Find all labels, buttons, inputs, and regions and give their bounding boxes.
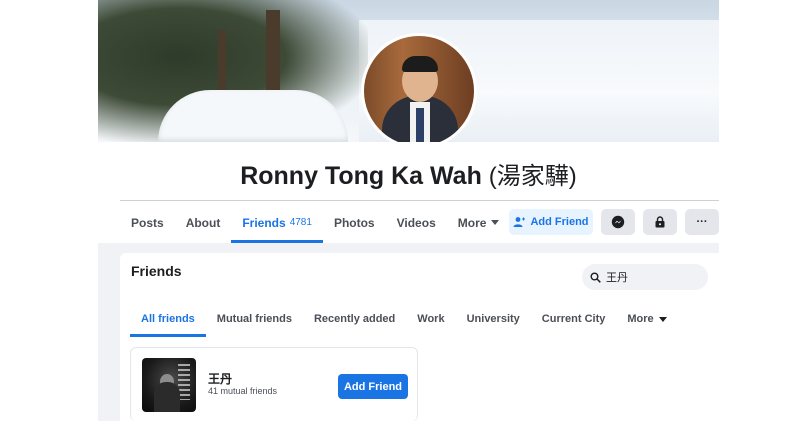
- tab-photos[interactable]: Photos: [323, 202, 386, 243]
- tab-more-label: More: [457, 215, 487, 230]
- tab-more[interactable]: More: [447, 202, 511, 243]
- friend-card: 王丹 41 mutual friends Add Friend: [130, 347, 418, 421]
- subtab-label: Recently added: [313, 313, 396, 325]
- tab-videos[interactable]: Videos: [386, 202, 447, 243]
- tab-photos-label: Photos: [333, 215, 375, 230]
- caret-down-icon: [491, 220, 500, 225]
- subtab-all-friends[interactable]: All friends: [130, 301, 206, 337]
- subtab-label: All friends: [141, 313, 195, 325]
- friends-panel: Friends 王丹 All friends Mutual friends Re…: [120, 253, 719, 421]
- more-options-button[interactable]: ···: [685, 209, 719, 235]
- caret-down-icon: [658, 316, 667, 322]
- subtab-work[interactable]: Work: [406, 301, 455, 337]
- subtab-mutual-friends[interactable]: Mutual friends: [206, 301, 303, 337]
- friend-avatar[interactable]: [142, 358, 196, 412]
- friends-search-input[interactable]: 王丹: [582, 264, 708, 290]
- search-icon: [590, 272, 601, 283]
- message-button[interactable]: [601, 209, 635, 235]
- header-divider: [120, 200, 719, 201]
- wave-button[interactable]: [643, 209, 677, 235]
- profile-name-chinese: (湯家驊): [488, 163, 577, 190]
- subtab-university[interactable]: University: [456, 301, 531, 337]
- friend-mutual-count[interactable]: 41 mutual friends: [208, 386, 277, 396]
- profile-header: Ronny Tong Ka Wah (湯家驊) Posts About Frie…: [98, 142, 719, 243]
- friends-count: 4781: [289, 217, 312, 228]
- cover-snowbank: [158, 90, 348, 142]
- subtab-label: University: [466, 313, 520, 325]
- profile-name-latin: Ronny Tong Ka Wah: [240, 162, 482, 190]
- profile-avatar[interactable]: [361, 33, 477, 149]
- tab-videos-label: Videos: [396, 215, 436, 230]
- cover-tree-trunk: [218, 30, 226, 90]
- friend-add-button[interactable]: Add Friend: [338, 374, 408, 399]
- profile-screenshot: Ronny Tong Ka Wah (湯家驊) Posts About Frie…: [98, 0, 719, 421]
- add-friend-button[interactable]: Add Friend: [509, 209, 593, 235]
- search-value: 王丹: [606, 272, 628, 284]
- subtab-recently-added[interactable]: Recently added: [303, 301, 406, 337]
- tab-friends[interactable]: Friends 4781: [231, 202, 323, 243]
- add-friend-label: Add Friend: [530, 216, 589, 228]
- tab-posts[interactable]: Posts: [120, 202, 175, 243]
- tab-about-label: About: [185, 215, 221, 230]
- subtab-label: Mutual friends: [216, 313, 292, 325]
- profile-name: Ronny Tong Ka Wah (湯家驊): [98, 156, 719, 191]
- profile-actions: Add Friend ···: [509, 209, 719, 235]
- subtab-current-city[interactable]: Current City: [531, 301, 617, 337]
- add-person-icon: [513, 217, 526, 227]
- lock-icon: [655, 216, 665, 228]
- friends-subtabs: All friends Mutual friends Recently adde…: [130, 301, 678, 337]
- friend-name[interactable]: 王丹: [208, 370, 232, 387]
- avatar-photo: [364, 36, 474, 146]
- ellipsis-icon: ···: [696, 216, 708, 228]
- subtab-label: Work: [417, 313, 445, 325]
- subtab-label: Current City: [541, 313, 606, 325]
- tab-about[interactable]: About: [175, 202, 232, 243]
- subtab-label: More: [627, 313, 654, 325]
- messenger-icon: [611, 215, 625, 229]
- subtab-more[interactable]: More: [616, 301, 677, 337]
- friends-panel-title: Friends: [131, 263, 182, 279]
- tab-posts-label: Posts: [131, 215, 164, 230]
- profile-nav-tabs: Posts About Friends 4781 Photos Videos M…: [120, 202, 510, 243]
- tab-friends-label: Friends: [242, 215, 286, 230]
